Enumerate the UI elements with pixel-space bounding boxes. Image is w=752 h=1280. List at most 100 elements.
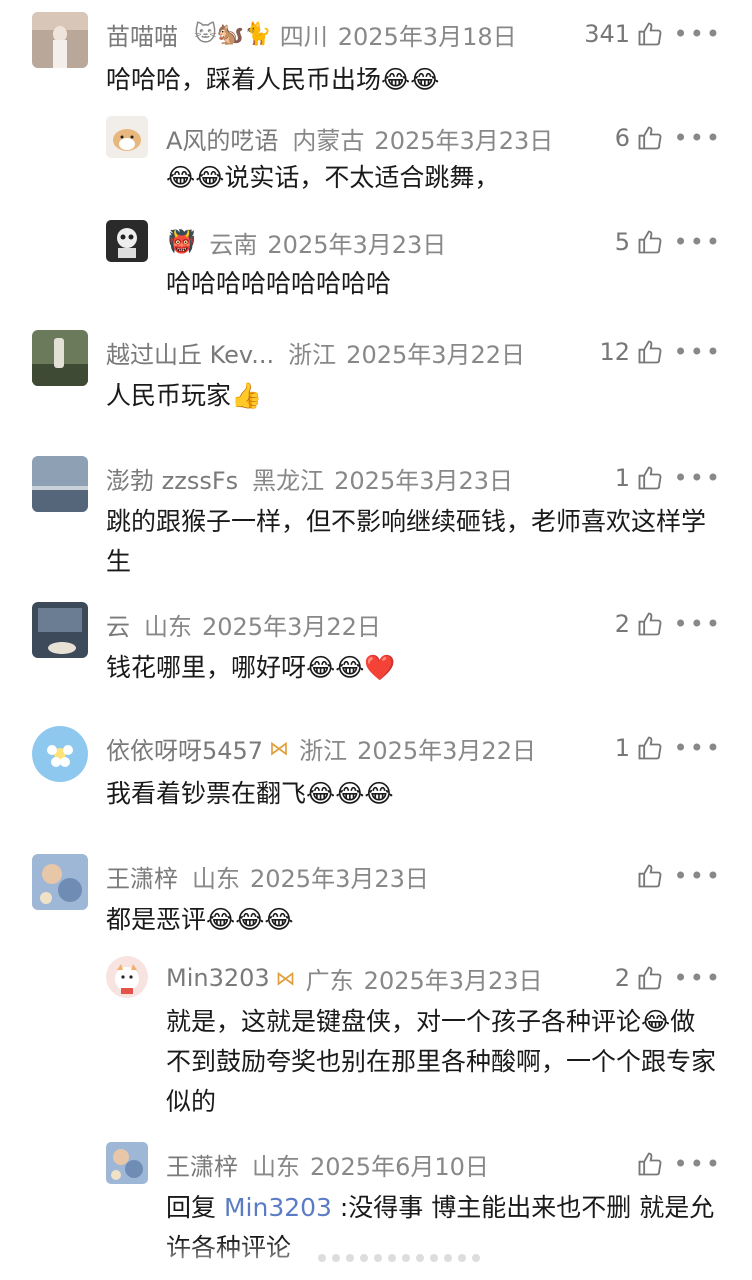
like-count: 12 xyxy=(599,338,630,366)
comment-text: 跳的跟猴子一样，但不影响继续砸钱，老师喜欢这样学生 xyxy=(106,507,707,576)
thumb-up-icon xyxy=(636,20,664,48)
avatar[interactable] xyxy=(106,116,148,158)
location: 四川 xyxy=(279,22,328,51)
like-count: 2 xyxy=(614,610,630,638)
username[interactable]: 云 xyxy=(106,607,130,642)
more-options-icon[interactable]: ••• xyxy=(674,1144,722,1184)
like-button[interactable] xyxy=(630,856,664,896)
comment-text: 哈哈哈哈哈哈哈哈哈 xyxy=(166,269,392,298)
like-count: 5 xyxy=(614,228,630,256)
username[interactable]: A风的呓语 xyxy=(166,121,278,156)
thumb-up-icon xyxy=(636,228,664,256)
date: 2025年3月23日 xyxy=(250,864,429,893)
location: 山东 xyxy=(192,864,240,893)
comment-meta: 王潇梓 山东 2025年6月10日 xyxy=(166,1144,752,1184)
location: 内蒙古 xyxy=(292,126,365,155)
username[interactable]: 王潇梓 xyxy=(106,859,178,894)
like-button[interactable]: 12 xyxy=(599,332,664,372)
page-indicator xyxy=(318,1254,480,1262)
more-options-icon[interactable]: ••• xyxy=(674,222,722,262)
comment-item: 王潇梓 山东 2025年3月23日 ••• 都是恶评😂😂😂 xyxy=(0,854,752,954)
like-count: 2 xyxy=(614,964,630,992)
vip-badge-icon: ⋈ xyxy=(269,736,290,760)
location: 山东 xyxy=(252,1152,300,1181)
date: 2025年3月22日 xyxy=(346,340,526,369)
date: 2025年3月22日 xyxy=(357,736,536,765)
like-count: 1 xyxy=(614,464,630,492)
like-button[interactable]: 341 xyxy=(584,14,664,54)
username[interactable]: 王潇梓 xyxy=(166,1147,238,1182)
location: 浙江 xyxy=(299,736,348,765)
thumb-up-icon xyxy=(636,734,664,762)
avatar[interactable] xyxy=(106,220,148,262)
thumb-up-icon xyxy=(636,1150,664,1178)
comment-item: 云 山东 2025年3月22日 2 ••• 钱花哪里，哪好呀😂😂❤️ xyxy=(0,602,752,702)
more-options-icon[interactable]: ••• xyxy=(674,728,722,768)
more-options-icon[interactable]: ••• xyxy=(674,458,722,498)
more-options-icon[interactable]: ••• xyxy=(674,604,722,644)
comment-item: 越过山丘 Kev... 浙江 2025年3月22日 12 ••• 人民币玩家👍 xyxy=(0,330,752,430)
avatar[interactable] xyxy=(32,12,88,68)
comment-text: 我看着钞票在翻飞😂😂😂 xyxy=(106,779,394,808)
like-count: 6 xyxy=(614,124,630,152)
thumb-up-icon xyxy=(636,124,664,152)
comment-text: 就是，这就是键盘侠，对一个孩子各种评论😂做不到鼓励夸奖也别在那里各种酸啊，一个个… xyxy=(166,1007,717,1116)
comment-meta: 👹 云南 2025年3月23日 xyxy=(166,222,752,262)
avatar[interactable] xyxy=(32,726,88,782)
reply-prefix: 回复 xyxy=(166,1193,224,1222)
comment-text: 都是恶评😂😂😂 xyxy=(106,905,294,934)
date: 2025年3月23日 xyxy=(267,230,447,259)
thumb-up-icon xyxy=(636,964,664,992)
comment-item: 澎勃 zzssFs 黑龙江 2025年3月23日 1 ••• 跳的跟猴子一样，但… xyxy=(0,456,752,586)
comment-text: 哈哈哈，踩着人民币出场😂😂 xyxy=(106,65,440,94)
like-count: 1 xyxy=(614,734,630,762)
avatar[interactable] xyxy=(32,854,88,910)
vip-badge-icon: ⋈ xyxy=(275,966,296,990)
comment-item: 依依呀呀5457 ⋈ 浙江 2025年3月22日 1 ••• 我看着钞票在翻飞😂… xyxy=(0,726,752,826)
username-emoji[interactable]: 👹 xyxy=(168,230,195,255)
date: 2025年3月23日 xyxy=(374,126,554,155)
username-emojis: 🐱🐿️🐈 xyxy=(194,21,272,47)
more-options-icon[interactable]: ••• xyxy=(674,14,722,54)
avatar[interactable] xyxy=(106,1142,148,1184)
more-options-icon[interactable]: ••• xyxy=(674,332,722,372)
comment-text: 人民币玩家👍 xyxy=(106,381,263,410)
more-options-icon[interactable]: ••• xyxy=(674,118,722,158)
like-button[interactable] xyxy=(630,1144,664,1184)
date: 2025年3月23日 xyxy=(334,466,514,495)
username[interactable]: 苗喵喵 xyxy=(106,17,178,52)
username[interactable]: 越过山丘 Kev... xyxy=(106,335,274,370)
thumb-up-icon xyxy=(636,464,664,492)
more-options-icon[interactable]: ••• xyxy=(674,856,722,896)
username[interactable]: Min3203 xyxy=(166,964,270,992)
avatar[interactable] xyxy=(32,330,88,386)
date: 2025年3月23日 xyxy=(363,966,543,995)
thumb-up-icon xyxy=(636,610,664,638)
username[interactable]: 澎勃 zzssFs xyxy=(106,461,238,496)
more-options-icon[interactable]: ••• xyxy=(674,958,722,998)
like-count: 341 xyxy=(584,20,630,48)
avatar[interactable] xyxy=(32,602,88,658)
avatar[interactable] xyxy=(32,456,88,512)
mention-link[interactable]: Min3203 xyxy=(224,1193,332,1222)
date: 2025年3月18日 xyxy=(337,22,517,51)
location: 黑龙江 xyxy=(252,466,325,495)
like-button[interactable]: 2 xyxy=(615,958,664,998)
reply-item: 👹 云南 2025年3月23日 5 ••• 哈哈哈哈哈哈哈哈哈 xyxy=(0,220,752,310)
like-button[interactable]: 1 xyxy=(615,458,664,498)
comment-meta: A风的呓语 内蒙古 2025年3月23日 xyxy=(166,118,752,158)
like-button[interactable]: 6 xyxy=(615,118,664,158)
like-button[interactable]: 1 xyxy=(615,728,664,768)
reply-item: Min3203 ⋈ 广东 2025年3月23日 2 ••• 就是，这就是键盘侠，… xyxy=(0,956,752,1126)
thumb-up-icon xyxy=(636,338,664,366)
like-button[interactable]: 5 xyxy=(615,222,664,262)
thumb-up-icon xyxy=(636,862,664,890)
date: 2025年6月10日 xyxy=(310,1152,489,1181)
comment-item: 苗喵喵 🐱🐿️🐈 四川 2025年3月18日 341 ••• 哈哈哈，踩着人民币… xyxy=(0,12,752,112)
username[interactable]: 依依呀呀5457 xyxy=(106,731,263,766)
comment-text: 钱花哪里，哪好呀😂😂❤️ xyxy=(106,653,396,682)
comment-meta: Min3203 ⋈ 广东 2025年3月23日 xyxy=(166,958,752,998)
comment-text: 😂😂说实话，不太适合跳舞， xyxy=(166,163,500,192)
avatar[interactable] xyxy=(106,956,148,998)
like-button[interactable]: 2 xyxy=(615,604,664,644)
